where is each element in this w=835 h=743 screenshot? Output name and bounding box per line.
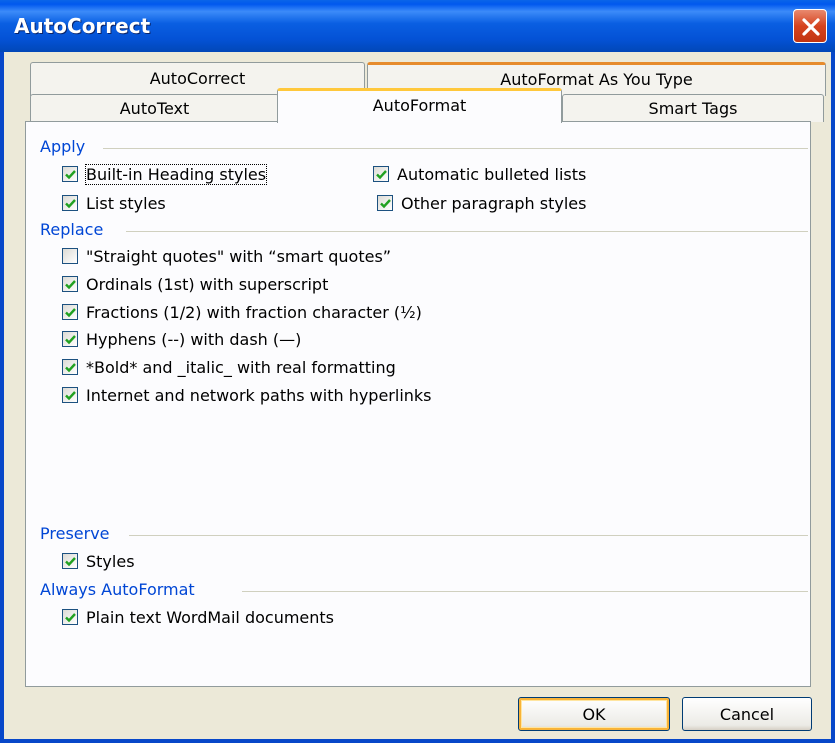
checkbox-label: *Bold* and _italic_ with real formatting: [86, 357, 396, 377]
group-label-always-autoformat: Always AutoFormat: [40, 580, 195, 599]
checkmark-icon: [65, 308, 76, 318]
group-divider-apply: [103, 148, 808, 149]
checkbox-box[interactable]: [62, 248, 78, 264]
group-divider-replace: [126, 231, 808, 232]
checkbox-label: Built-in Heading styles: [84, 163, 268, 185]
window-frame-left: [0, 52, 4, 743]
group-divider-always-autoformat: [242, 591, 808, 592]
tab-label: AutoFormat: [372, 96, 467, 115]
checkmark-icon: [65, 199, 76, 209]
tab-label: AutoCorrect: [149, 69, 246, 88]
checkbox-box[interactable]: [62, 276, 78, 292]
checkmark-icon: [376, 170, 387, 180]
window-title: AutoCorrect: [14, 14, 151, 38]
group-divider-preserve: [129, 535, 808, 536]
group-label-apply: Apply: [40, 137, 86, 156]
checkmark-icon: [65, 335, 76, 345]
checkbox-straight-quotes[interactable]: "Straight quotes" with “smart quotes”: [62, 244, 391, 268]
checkbox-styles[interactable]: Styles: [62, 549, 135, 573]
checkbox-label: "Straight quotes" with “smart quotes”: [86, 246, 392, 266]
checkbox-hyphens[interactable]: Hyphens (--) with dash (—): [62, 327, 301, 351]
close-button[interactable]: [793, 9, 827, 43]
checkmark-icon: [380, 199, 391, 209]
checkbox-label: Other paragraph styles: [401, 193, 587, 213]
checkbox-label: Styles: [86, 551, 135, 571]
title-bar[interactable]: AutoCorrect: [0, 0, 835, 52]
checkbox-label: List styles: [86, 193, 166, 213]
checkbox-ordinals[interactable]: Ordinals (1st) with superscript: [62, 272, 328, 296]
checkmark-icon: [65, 613, 76, 623]
checkmark-icon: [65, 170, 76, 180]
window-frame-bottom: [0, 739, 835, 743]
checkbox-fractions[interactable]: Fractions (1/2) with fraction character …: [62, 300, 422, 324]
checkmark-icon: [65, 557, 76, 567]
checkbox-label: Automatic bulleted lists: [397, 164, 587, 184]
checkbox-box[interactable]: [62, 195, 78, 211]
checkmark-icon: [65, 363, 76, 373]
checkbox-label: Hyphens (--) with dash (—): [86, 329, 302, 349]
tab-label: AutoText: [119, 99, 190, 118]
checkbox-bold-italic[interactable]: *Bold* and _italic_ with real formatting: [62, 355, 396, 379]
checkbox-box[interactable]: [377, 195, 393, 211]
checkbox-box[interactable]: [62, 609, 78, 625]
tab-smart-tags[interactable]: Smart Tags: [562, 94, 824, 122]
checkbox-automatic-bulleted-lists[interactable]: Automatic bulleted lists: [373, 162, 586, 186]
checkbox-label: Internet and network paths with hyperlin…: [86, 385, 432, 405]
checkbox-other-paragraph-styles[interactable]: Other paragraph styles: [377, 191, 586, 215]
group-label-preserve: Preserve: [40, 524, 110, 543]
cancel-button[interactable]: Cancel: [682, 697, 812, 731]
checkbox-label: Plain text WordMail documents: [86, 607, 335, 627]
tab-label: Smart Tags: [648, 99, 738, 118]
ok-button-label: OK: [582, 704, 606, 724]
close-icon: [802, 18, 820, 36]
group-label-replace: Replace: [40, 220, 104, 239]
checkbox-box[interactable]: [62, 359, 78, 375]
window-frame-right: [831, 52, 835, 743]
checkbox-internet-paths[interactable]: Internet and network paths with hyperlin…: [62, 383, 432, 407]
checkbox-box[interactable]: [62, 331, 78, 347]
checkbox-label: Ordinals (1st) with superscript: [86, 274, 329, 294]
checkbox-label: Fractions (1/2) with fraction character …: [86, 302, 422, 322]
tab-label: AutoFormat As You Type: [500, 70, 693, 89]
tab-autoformat[interactable]: AutoFormat: [277, 88, 562, 123]
cancel-button-label: Cancel: [719, 704, 775, 724]
checkbox-built-in-heading-styles[interactable]: Built-in Heading styles: [62, 162, 268, 186]
checkmark-icon: [65, 391, 76, 401]
checkbox-box[interactable]: [62, 304, 78, 320]
ok-button[interactable]: OK: [518, 697, 670, 731]
checkbox-box[interactable]: [62, 553, 78, 569]
checkbox-list-styles[interactable]: List styles: [62, 191, 166, 215]
checkbox-plain-text-wordmail[interactable]: Plain text WordMail documents: [62, 605, 334, 629]
checkbox-box[interactable]: [62, 387, 78, 403]
tab-autotext[interactable]: AutoText: [30, 94, 279, 122]
checkbox-box[interactable]: [62, 166, 78, 182]
checkmark-icon: [65, 280, 76, 290]
checkbox-box[interactable]: [373, 166, 389, 182]
